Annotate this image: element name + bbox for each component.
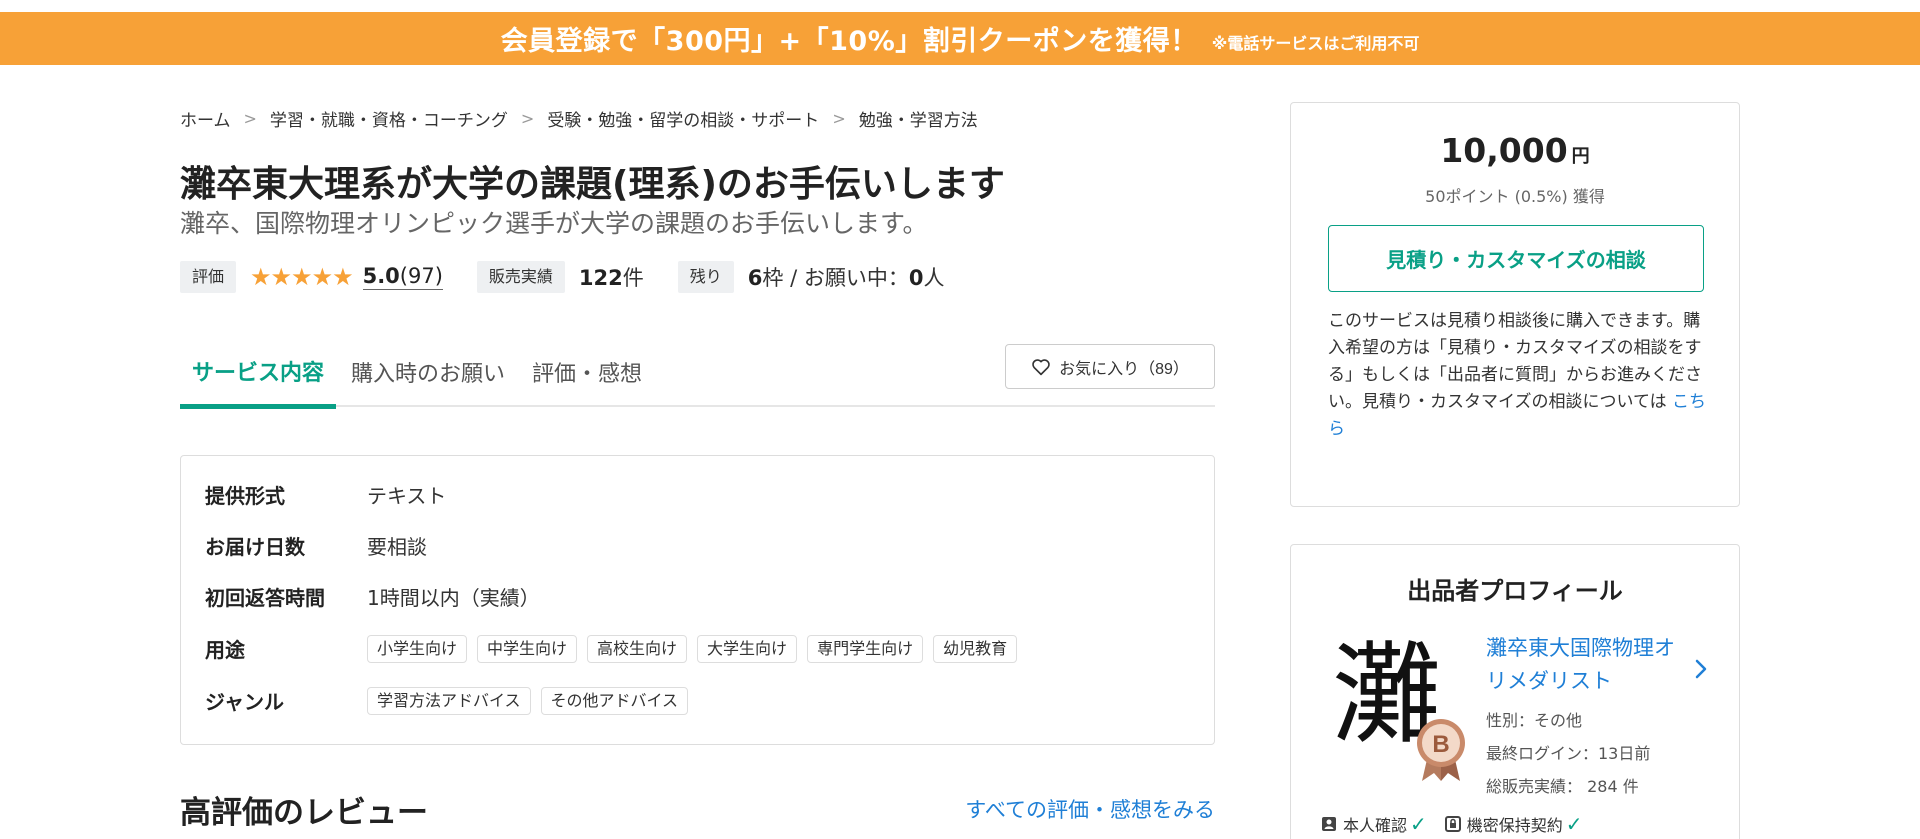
detail-label: 初回返答時間 <box>205 586 325 610</box>
usage-chip[interactable]: 幼児教育 <box>933 634 1018 663</box>
check-icon: ✓ <box>1565 812 1583 836</box>
usage-chip[interactable]: 大学生向け <box>697 634 798 663</box>
consult-button[interactable]: 見積り・カスタマイズの相談 <box>1328 225 1704 292</box>
price: 10,000 円 <box>1291 131 1739 170</box>
detail-value: 要相談 <box>367 535 427 559</box>
reviews-heading: 高評価のレビュー <box>180 795 428 831</box>
seller-gender: 性別：その他 <box>1486 711 1583 730</box>
service-subtitle: 灘卒、国際物理オリンピック選手が大学の課題のお手伝いします。 <box>180 209 928 238</box>
breadcrumb-separator: > <box>520 109 535 128</box>
identity-verified-label: 本人確認 <box>1343 816 1408 835</box>
rating-value: 5.0 <box>362 264 400 288</box>
breadcrumb-subcategory[interactable]: 受験・勉強・留学の相談・サポート <box>547 106 819 131</box>
sales-label: 販売実績 <box>476 261 565 293</box>
nda-label: 機密保持契約 <box>1466 816 1563 835</box>
detail-row-format: 提供形式 テキスト <box>205 480 446 509</box>
detail-row-genre: ジャンル 学習方法アドバイス その他アドバイス <box>205 686 698 715</box>
genre-chip[interactable]: 学習方法アドバイス <box>367 686 531 715</box>
rating-label: 評価 <box>180 261 237 293</box>
detail-value: テキスト <box>367 484 447 508</box>
detail-row-usage: 用途 小学生向け 中学生向け 高校生向け 大学生向け 専門学生向け 幼児教育 <box>205 634 1027 663</box>
points-info: 50ポイント (0.5%) 獲得 <box>1425 187 1605 206</box>
service-title: 灘卒東大理系が大学の課題(理系)のお手伝いします <box>180 164 1005 205</box>
usage-chip[interactable]: 小学生向け <box>367 634 468 663</box>
price-value: 10,000 <box>1440 131 1568 170</box>
purchase-box: 10,000 円 50ポイント (0.5%) 獲得 見積り・カスタマイズの相談 こ… <box>1290 102 1740 507</box>
rank-badge-letter: B <box>1432 731 1449 758</box>
requests-unit: 人 <box>923 266 945 290</box>
all-reviews-link[interactable]: すべての評価・感想をみる <box>965 794 1215 824</box>
rating-link[interactable]: 5.0(97) <box>362 264 443 290</box>
promo-banner-text: 会員登録で「300円」+「10%」割引クーポンを獲得！ <box>500 26 1198 57</box>
detail-row-response: 初回返答時間 1時間以内（実績） <box>205 582 540 611</box>
breadcrumb-category[interactable]: 学習・就職・資格・コーチング <box>270 106 508 131</box>
usage-chip[interactable]: 中学生向け <box>477 634 578 663</box>
breadcrumb: ホーム > 学習・就職・資格・コーチング > 受験・勉強・留学の相談・サポート … <box>180 106 978 131</box>
sales-stat: 122件 <box>579 262 644 292</box>
service-details: 提供形式 テキスト お届け日数 要相談 初回返答時間 1時間以内（実績） 用途 … <box>180 455 1215 745</box>
requests-value: 0 <box>908 266 924 290</box>
detail-label: お届け日数 <box>205 535 305 559</box>
remaining-stat: 6枠 / お願い中：0人 <box>748 262 945 292</box>
star-rating-icon: ★★★★★ <box>250 263 354 291</box>
remaining-unit: 枠 / お願い中： <box>762 266 909 290</box>
lock-document-icon <box>1444 816 1461 832</box>
check-icon: ✓ <box>1410 812 1427 836</box>
rank-badge-icon: B <box>1417 719 1465 781</box>
purchase-info: このサービスは見積り相談後に購入できます。購入希望の方は「見積り・カスタマイズの… <box>1328 308 1708 443</box>
genre-chip[interactable]: その他アドバイス <box>540 686 689 715</box>
detail-row-delivery: お届け日数 要相談 <box>205 531 427 560</box>
seller-total-sales: 総販売実績： 284 件 <box>1486 777 1639 796</box>
remaining-label: 残り <box>677 261 734 293</box>
purchase-info-text: このサービスは見積り相談後に購入できます。購入希望の方は「見積り・カスタマイズの… <box>1328 311 1702 412</box>
seller-name-link[interactable]: 灘卒東大国際物理オリメダリスト <box>1486 632 1681 698</box>
detail-label: 提供形式 <box>205 484 285 508</box>
chevron-right-icon[interactable] <box>1694 658 1708 680</box>
usage-chip[interactable]: 専門学生向け <box>807 634 924 663</box>
service-stats: 評価 ★★★★★ 5.0(97) 販売実績 122件 残り 6枠 / お願い中：… <box>180 261 944 293</box>
id-card-icon <box>1322 817 1336 831</box>
favorite-button[interactable]: お気に入り（89） <box>1005 344 1215 389</box>
breadcrumb-separator: > <box>243 109 257 128</box>
seller-profile: 出品者プロフィール 灘 B 灘卒東大国際物理オリメダリスト 性別：その他 最終ロ… <box>1290 544 1740 839</box>
detail-label: 用途 <box>205 638 245 662</box>
favorite-label: お気に入り（89） <box>1059 360 1189 378</box>
seller-last-login: 最終ログイン：13日前 <box>1486 744 1651 763</box>
usage-chip[interactable]: 高校生向け <box>587 634 688 663</box>
promo-banner-note: ※電話サービスはご利用不可 <box>1211 33 1420 53</box>
tab-service-content[interactable]: サービス内容 <box>180 337 337 409</box>
tab-purchase-requests[interactable]: 購入時のお願い <box>351 337 505 407</box>
breadcrumb-separator: > <box>832 109 846 128</box>
detail-value: 1時間以内（実績） <box>367 586 540 610</box>
breadcrumb-current[interactable]: 勉強・学習方法 <box>859 106 978 131</box>
seller-verifications: 本人確認 ✓ 機密保持契約 ✓ <box>1321 812 1601 836</box>
heart-icon <box>1032 358 1050 375</box>
price-currency: 円 <box>1571 146 1590 167</box>
sales-unit: 件 <box>622 266 644 290</box>
promo-banner[interactable]: 会員登録で「300円」+「10%」割引クーポンを獲得！ ※電話サービスはご利用不… <box>0 12 1920 65</box>
breadcrumb-home[interactable]: ホーム <box>180 106 231 131</box>
seller-profile-heading: 出品者プロフィール <box>1407 577 1623 605</box>
detail-label: ジャンル <box>205 690 284 714</box>
tab-reviews[interactable]: 評価・感想 <box>532 337 642 407</box>
sales-value: 122 <box>578 266 623 290</box>
rating-count: (97) <box>399 264 443 288</box>
remaining-value: 6 <box>747 266 763 290</box>
